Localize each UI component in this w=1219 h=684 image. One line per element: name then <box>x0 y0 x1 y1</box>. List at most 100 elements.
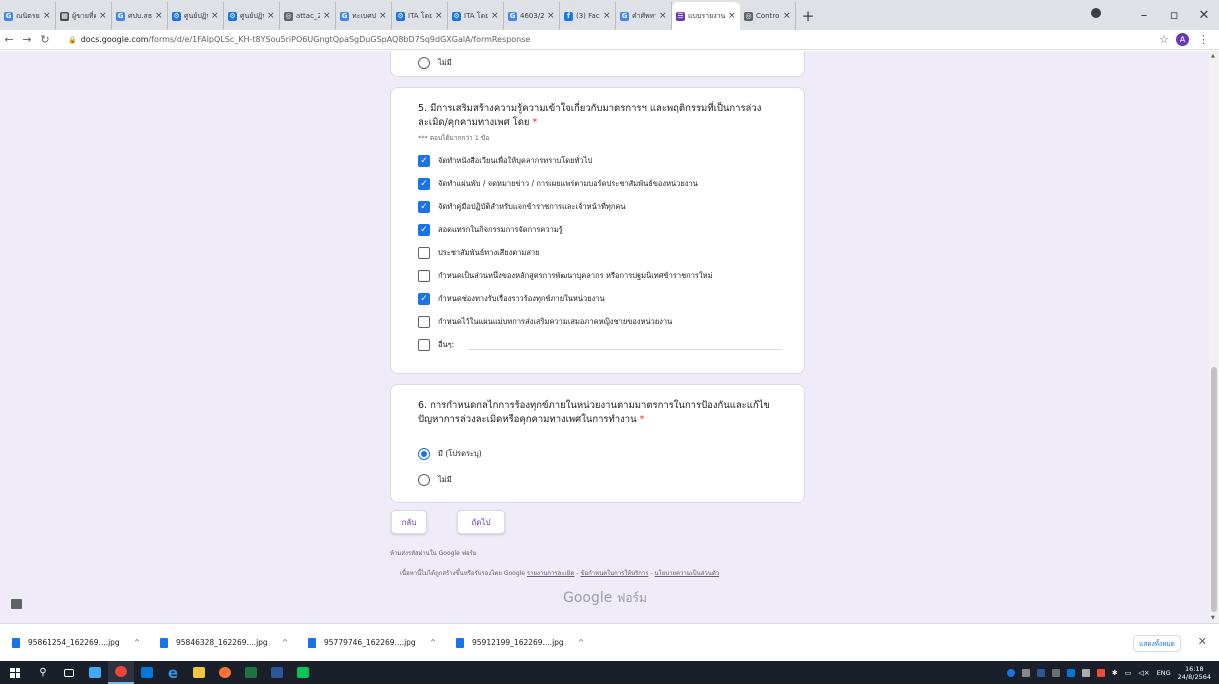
checkbox-checked[interactable]: ✓ <box>418 154 430 167</box>
tab-close-icon[interactable]: × <box>267 11 275 21</box>
network-icon[interactable]: ▭ <box>1125 669 1132 677</box>
volume-icon[interactable]: ◁× <box>1138 669 1149 677</box>
checkbox-option[interactable]: ✓ สอดแทรกในกิจกรรมการจัดการความรู้ <box>391 218 804 241</box>
browser-tab[interactable]: G4603/256× <box>504 2 560 30</box>
file-explorer-icon[interactable] <box>186 661 212 684</box>
scroll-up-icon[interactable]: ▲ <box>1211 53 1215 59</box>
tab-close-icon[interactable]: × <box>491 11 499 21</box>
checkbox-option[interactable]: กำหนดไว้ในแผนแม่บทการส่งเสริมความเสมอภาค… <box>391 310 804 333</box>
new-tab-button[interactable]: + <box>796 2 820 30</box>
start-button[interactable] <box>0 667 30 678</box>
browser-tab[interactable]: Gณนิตรยส จัง× <box>0 2 56 30</box>
chevron-up-icon[interactable]: ^ <box>578 638 585 647</box>
file-explorer-pinned-icon[interactable] <box>82 661 108 684</box>
tab-close-icon[interactable]: × <box>211 11 219 21</box>
lock-icon[interactable]: 🔒 <box>68 36 77 44</box>
browser-tab[interactable]: ◎Control Pa× <box>740 2 796 30</box>
browser-tab[interactable]: ⚙ITA โดยสะ× <box>392 2 448 30</box>
word-taskbar-icon[interactable] <box>264 661 290 684</box>
show-all-downloads-button[interactable]: แสดงทั้งหมด <box>1133 635 1181 652</box>
checkbox-option[interactable]: ✓ กำหนดช่องทางรับเรื่องราวร้องทุกข์ภายในห… <box>391 287 804 310</box>
other-text-input[interactable] <box>468 340 783 350</box>
radio-option[interactable]: มี (โปรดระบุ) <box>391 441 804 467</box>
tray-app-icon[interactable] <box>1021 668 1030 677</box>
checkbox-option[interactable]: กำหนดเป็นส่วนหนึ่งของหลักสูตรการพัฒนาบุค… <box>391 264 804 287</box>
maximize-icon[interactable]: ▫ <box>1159 8 1189 23</box>
mail-taskbar-icon[interactable] <box>134 661 160 684</box>
tray-app-icon[interactable] <box>1006 668 1015 677</box>
clock[interactable]: 16:18 24/8/2564 <box>1178 665 1211 681</box>
browser-tab[interactable]: G ศปบ.สธ. × <box>112 2 168 30</box>
minimize-icon[interactable]: – <box>1129 8 1159 23</box>
browser-tab[interactable]: ▦ผู้ขายที่ดาว× <box>56 2 112 30</box>
tray-app-icon[interactable] <box>1051 668 1060 677</box>
chrome-taskbar-icon[interactable] <box>108 661 134 684</box>
tab-close-icon[interactable]: × <box>379 11 387 21</box>
tab-close-icon[interactable]: × <box>547 11 555 21</box>
checkbox[interactable] <box>418 269 430 282</box>
radio-button[interactable] <box>418 474 430 486</box>
bookmark-star-icon[interactable]: ☆ <box>1159 33 1169 46</box>
scrollbar-thumb[interactable] <box>1211 367 1217 612</box>
download-item[interactable]: 95912199_162269....jpg ^ <box>444 637 592 648</box>
line-taskbar-icon[interactable] <box>290 661 316 684</box>
search-icon[interactable]: ⚲ <box>30 661 56 684</box>
forward-arrow-icon[interactable]: → <box>18 33 36 46</box>
edge-taskbar-icon[interactable]: e <box>160 661 186 684</box>
excel-taskbar-icon[interactable] <box>238 661 264 684</box>
close-icon[interactable]: ✕ <box>1189 8 1219 23</box>
tab-close-icon[interactable]: × <box>435 11 443 21</box>
account-avatar[interactable]: A <box>1176 33 1189 46</box>
checkbox-checked[interactable]: ✓ <box>418 177 430 190</box>
tray-app-icon[interactable] <box>1081 668 1090 677</box>
browser-tab[interactable]: ⚙ITA โดยสะ× <box>448 2 504 30</box>
language-indicator[interactable]: ENG <box>1157 669 1171 677</box>
back-arrow-icon[interactable]: ← <box>0 33 18 46</box>
radio-button[interactable] <box>418 56 430 69</box>
checkbox-checked[interactable]: ✓ <box>418 200 430 213</box>
download-item[interactable]: 95779746_162269....jpg ^ <box>296 637 444 648</box>
chevron-up-icon[interactable]: ^ <box>430 638 437 647</box>
tray-app-icon[interactable] <box>1096 668 1105 677</box>
other-option-row[interactable]: อื่นๆ: <box>391 333 804 356</box>
tab-close-icon[interactable]: × <box>155 11 163 21</box>
close-downloads-icon[interactable]: ✕ <box>1198 635 1207 648</box>
next-button[interactable]: ถัดไป <box>457 510 505 534</box>
checkbox-option[interactable]: ✓ จัดทำหนังสือเวียนเพื่อให้บุคลากรทราบโดย… <box>391 149 804 172</box>
prev-option-row[interactable]: ไม่มี <box>391 51 804 69</box>
tab-close-icon[interactable]: × <box>783 11 791 21</box>
radio-button-selected[interactable] <box>418 448 430 460</box>
browser-tab[interactable]: ⚙ศูนย์ปฏิบัติ× <box>224 2 280 30</box>
menu-kebab-icon[interactable]: ⋮ <box>1198 33 1209 46</box>
browser-tab[interactable]: ◎attac_202× <box>280 2 336 30</box>
browser-tab[interactable]: ⚙ศูนย์ปฏิบัติ× <box>168 2 224 30</box>
chevron-up-icon[interactable]: ^ <box>134 638 141 647</box>
tab-close-icon[interactable]: × <box>659 11 667 21</box>
checkbox[interactable] <box>418 338 430 351</box>
firefox-taskbar-icon[interactable] <box>212 661 238 684</box>
tab-close-icon[interactable]: × <box>728 11 736 21</box>
checkbox-checked[interactable]: ✓ <box>418 223 430 236</box>
radio-option[interactable]: ไม่มี <box>391 467 804 493</box>
extension-icon[interactable] <box>1091 8 1101 18</box>
back-button[interactable]: กลับ <box>391 510 427 534</box>
checkbox[interactable] <box>418 246 430 259</box>
tab-close-icon[interactable]: × <box>99 11 107 21</box>
report-abuse-link[interactable]: รายงานการละเมิด <box>527 570 575 577</box>
checkbox-checked[interactable]: ✓ <box>418 292 430 305</box>
download-item[interactable]: 95846328_162269....jpg ^ <box>148 637 296 648</box>
tab-close-icon[interactable]: × <box>323 11 331 21</box>
chevron-up-icon[interactable]: ^ <box>282 638 289 647</box>
browser-tab[interactable]: f(3) Facebo× <box>560 2 616 30</box>
feedback-icon[interactable] <box>11 599 22 609</box>
task-view-icon[interactable] <box>56 661 82 684</box>
checkbox-option[interactable]: ประชาสัมพันธ์ทางเสียงตามสาย <box>391 241 804 264</box>
checkbox-option[interactable]: ✓ จัดทำคู่มือปฏิบัติสำหรับแจกข้าราชการและ… <box>391 195 804 218</box>
browser-tab[interactable]: Gคำศัพทาษา× <box>616 2 672 30</box>
tab-close-icon[interactable]: × <box>603 11 611 21</box>
reload-icon[interactable]: ↻ <box>36 33 54 46</box>
address-bar[interactable]: 🔒 docs.google.com/forms/d/e/1FAIpQLSc_KH… <box>60 31 1140 48</box>
page-scrollbar[interactable]: ▲ ▼ <box>1209 51 1219 623</box>
tab-close-icon[interactable]: × <box>43 11 51 21</box>
checkbox[interactable] <box>418 315 430 328</box>
